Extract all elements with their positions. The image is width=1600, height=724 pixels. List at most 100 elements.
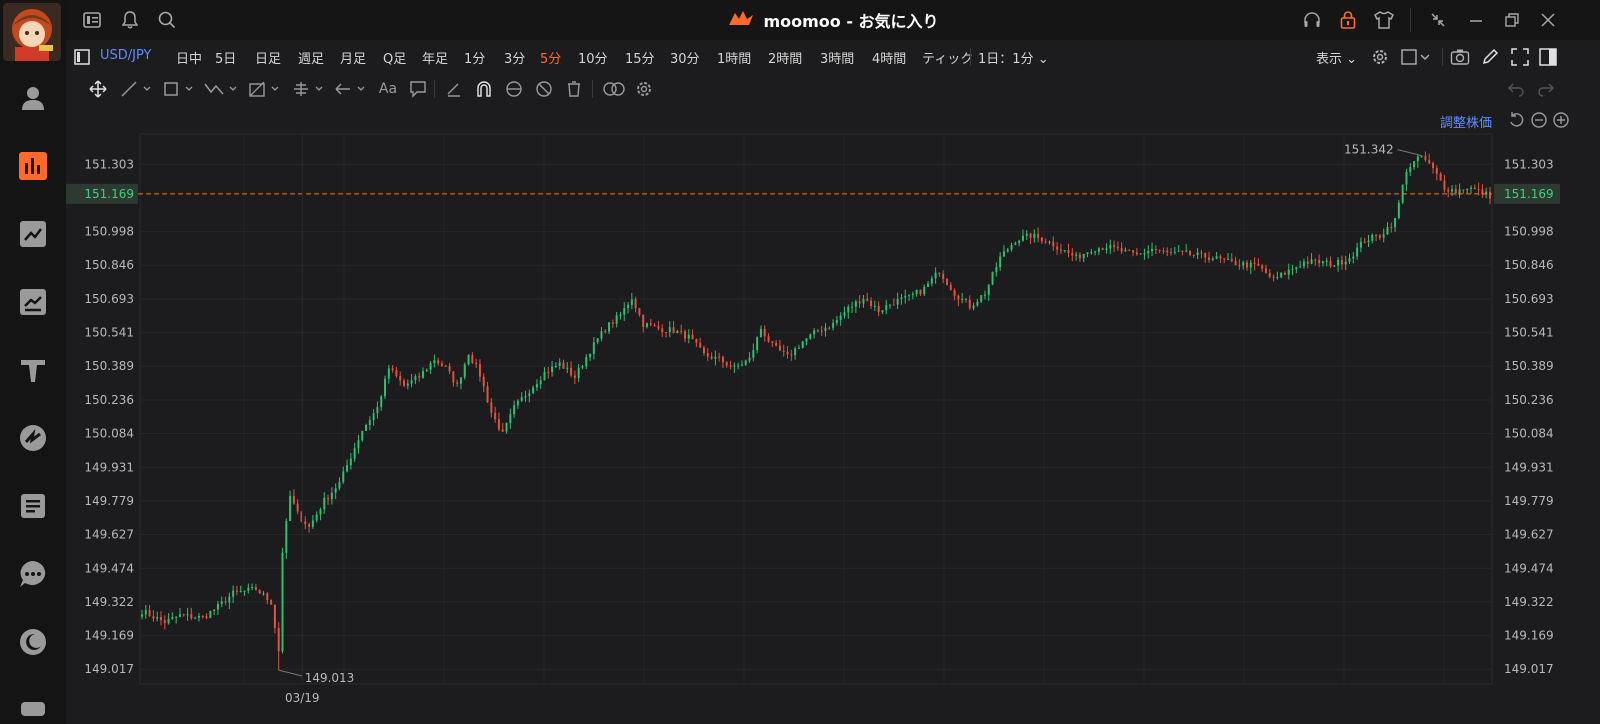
compare-icon[interactable] [602, 79, 626, 99]
side-panel-icon[interactable] [1538, 47, 1558, 67]
y-tick-label-right: 150.693 [1504, 292, 1554, 306]
candle-body [281, 552, 284, 652]
candle-body [159, 616, 162, 621]
settings-gear-icon[interactable] [1370, 47, 1390, 67]
timeframe-tab[interactable]: 2時間 [768, 48, 802, 67]
candle-body [459, 377, 462, 384]
layout-select[interactable] [1400, 47, 1434, 67]
close-icon[interactable] [1538, 10, 1558, 30]
hide-drawing-icon[interactable] [534, 79, 554, 99]
game-icon[interactable] [17, 692, 49, 724]
candle-body [1306, 261, 1309, 264]
candlestick-chart[interactable]: 151.303 151.303 150.998 150.998 150.846 150.8… [66, 104, 1600, 724]
pencil-icon[interactable] [1480, 47, 1500, 67]
timeframe-tab[interactable]: 30分 [670, 48, 700, 67]
candle-body [228, 596, 231, 603]
timeframe-tab[interactable]: 週足 [298, 48, 324, 67]
undo-icon[interactable] [1506, 79, 1526, 99]
text-tool-icon[interactable]: Aa [376, 79, 400, 99]
lock-icon[interactable] [1338, 10, 1358, 30]
display-menu[interactable]: 表示 ⌄ [1316, 48, 1357, 67]
candle-body [1154, 248, 1157, 250]
candle-body [1078, 254, 1081, 259]
timeframe-tab[interactable]: 月足 [340, 48, 366, 67]
candle-body [1413, 161, 1416, 168]
candle-body [175, 616, 178, 618]
timeframe-tab[interactable]: 4時間 [872, 48, 906, 67]
panel-toggle-icon[interactable] [72, 47, 92, 67]
comment-icon[interactable] [408, 79, 428, 99]
candle-body [1002, 251, 1005, 257]
timeframe-tab[interactable]: 15分 [625, 48, 655, 67]
candle-body [475, 362, 478, 365]
candle-body [854, 301, 857, 307]
candle-body [934, 272, 937, 279]
candle-body [980, 295, 983, 302]
collapse-icon[interactable] [1428, 10, 1448, 30]
timeframe-tab[interactable]: ティック [922, 48, 973, 67]
candle-body [1314, 259, 1317, 261]
trade-icon[interactable] [17, 286, 49, 318]
timeframe-tab[interactable]: 1分 [464, 48, 485, 67]
moon-icon[interactable] [17, 626, 49, 658]
trend-icon[interactable] [17, 218, 49, 250]
candle-body [349, 458, 352, 466]
arrow-left-icon[interactable] [334, 79, 370, 99]
eraser-line-icon[interactable] [444, 79, 464, 99]
timeframe-tab[interactable]: 3分 [504, 48, 525, 67]
chat-icon[interactable] [17, 558, 49, 590]
user-icon[interactable] [17, 82, 49, 114]
trend-line-tool[interactable] [120, 79, 156, 99]
timeframe-tab[interactable]: 5分 [540, 48, 561, 67]
redo-icon[interactable] [1536, 79, 1556, 99]
zoom-in-icon[interactable] [1552, 111, 1570, 129]
timeframe-tab[interactable]: 年足 [422, 48, 448, 67]
candle-body [262, 593, 265, 595]
zoom-out-icon[interactable] [1530, 111, 1548, 129]
magnet-icon[interactable] [474, 79, 494, 99]
camera-icon[interactable] [1450, 47, 1470, 67]
y-tick-label-right: 150.846 [1504, 258, 1554, 272]
chart-bars-icon[interactable] [17, 150, 49, 182]
rectangle-tool[interactable] [162, 79, 198, 99]
news-flash-icon[interactable] [17, 422, 49, 454]
measure-tool[interactable] [292, 79, 328, 99]
restore-icon[interactable] [1502, 10, 1522, 30]
timeframe-tab[interactable]: 日中 [176, 48, 202, 67]
drawing-settings-gear-icon[interactable] [634, 79, 654, 99]
candle-body [1094, 251, 1097, 253]
filter-icon[interactable] [17, 354, 49, 386]
y-tick-label-right: 149.169 [1504, 629, 1554, 643]
fibonacci-tool[interactable] [248, 79, 284, 99]
adjusted-price-toggle[interactable]: 調整株価 [1440, 112, 1492, 131]
interval-select[interactable]: 1日：1分 ⌄ [978, 48, 1049, 67]
pattern-tool[interactable] [204, 79, 242, 99]
timeframe-tab[interactable]: Q足 [383, 48, 406, 67]
minimize-icon[interactable] [1466, 10, 1486, 30]
trash-icon[interactable] [564, 79, 584, 99]
timeframe-tab[interactable]: 1時間 [717, 48, 751, 67]
timeframe-tab[interactable]: 5日 [215, 48, 236, 67]
symbol-label[interactable]: USD/JPY [100, 48, 152, 63]
candle-body [372, 413, 375, 421]
timeframe-tab[interactable]: 10分 [578, 48, 608, 67]
candle-body [1470, 187, 1473, 189]
drawing-toolbar: Aa [66, 74, 1600, 105]
headset-icon[interactable] [1302, 10, 1322, 30]
candle-body [1204, 252, 1207, 258]
timeframe-tab[interactable]: 3時間 [820, 48, 854, 67]
candle-body [486, 386, 489, 403]
document-icon[interactable] [17, 490, 49, 522]
candle-body [380, 396, 383, 408]
y-tick-label-right: 149.017 [1504, 662, 1554, 676]
reset-chart-icon[interactable] [1508, 111, 1526, 129]
candle-body [171, 617, 174, 619]
timeframe-tab[interactable]: 日足 [255, 48, 281, 67]
chart-panel[interactable]: 151.303 151.303 150.998 150.998 150.846 150.8… [66, 104, 1600, 724]
fullscreen-icon[interactable] [1510, 47, 1530, 67]
avatar[interactable] [3, 3, 61, 61]
y-tick-label-left: 151.303 [84, 157, 134, 171]
shirt-icon[interactable] [1374, 10, 1394, 30]
lock-drawing-icon[interactable] [504, 79, 524, 99]
move-cross-icon[interactable] [88, 79, 108, 99]
